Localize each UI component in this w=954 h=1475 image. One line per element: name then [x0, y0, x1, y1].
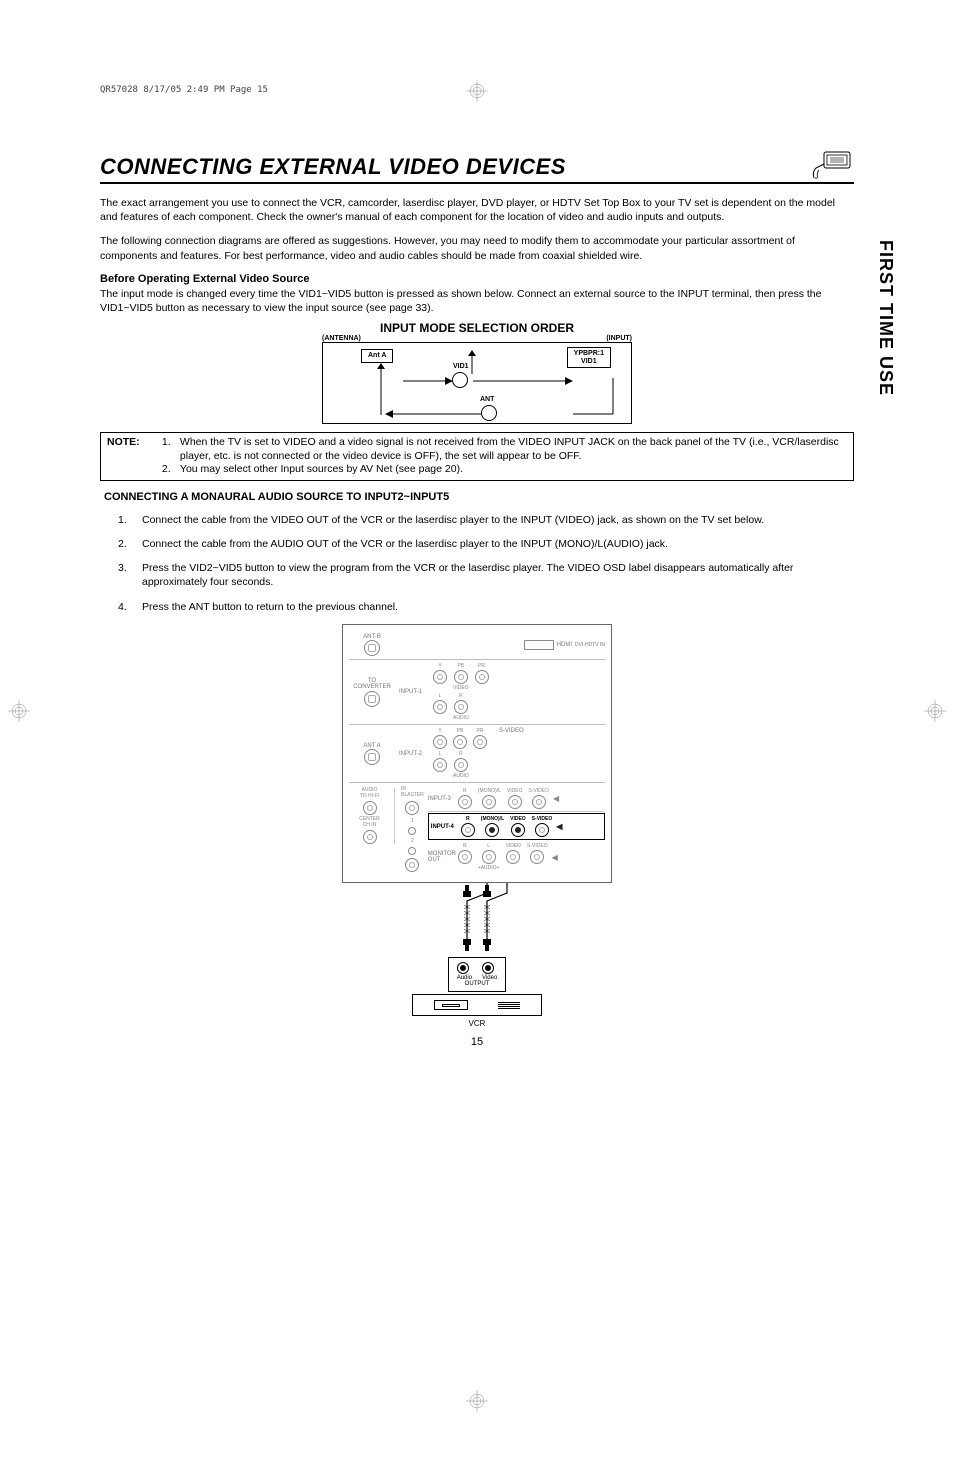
before-heading: Before Operating External Video Source [100, 273, 854, 285]
crop-mark-bottom [466, 1390, 488, 1412]
side-tab: FIRST TIME USE [875, 240, 896, 396]
flow-ant-label: ANT [480, 396, 494, 403]
note-item-2: You may select other Input sources by AV… [180, 463, 463, 477]
flow-circle-top [452, 372, 468, 388]
flow-circle-bottom [481, 405, 497, 421]
page-title: CONNECTING EXTERNAL VIDEO DEVICES [100, 154, 566, 180]
step-3: Press the VID2~VID5 button to view the p… [142, 561, 854, 589]
step-2: Connect the cable from the AUDIO OUT of … [142, 537, 668, 551]
note-box: NOTE: 1.When the TV is set to VIDEO and … [100, 432, 854, 481]
crop-mark-top [466, 80, 488, 102]
note-label: NOTE: [107, 436, 159, 450]
diagram-title: INPUT MODE SELECTION ORDER [100, 321, 854, 335]
rear-panel-diagram: ANT-B HDMI DVI-HDTV IN TO CONVERTER INPU… [342, 624, 612, 1029]
step-4: Press the ANT button to return to the pr… [142, 600, 398, 614]
spec-line: QR57028 8/17/05 2:49 PM Page 15 [100, 85, 268, 95]
diagram-antenna-label: (ANTENNA) [322, 335, 361, 342]
section-heading: CONNECTING A MONAURAL AUDIO SOURCE TO IN… [104, 491, 854, 503]
crop-mark-left [8, 700, 30, 722]
note-item-1: When the TV is set to VIDEO and a video … [180, 436, 842, 463]
vcr-caption: VCR [412, 1019, 542, 1028]
step-1: Connect the cable from the VIDEO OUT of … [142, 513, 764, 527]
page-number: 15 [100, 1036, 854, 1048]
crop-mark-right [924, 700, 946, 722]
vcr-diagram: Audio Video OUTPUT VCR [412, 957, 542, 1028]
flow-vid1-label: VID1 [453, 363, 469, 370]
diagram-input-label: (INPUT) [606, 335, 632, 342]
intro-paragraph-1: The exact arrangement you use to connect… [100, 196, 854, 224]
flow-ypbpr: YPBPR:1VID1 [567, 347, 611, 368]
input-mode-diagram: INPUT MODE SELECTION ORDER (ANTENNA) (IN… [100, 321, 854, 424]
before-text: The input mode is changed every time the… [100, 287, 854, 315]
header-icon [808, 150, 854, 180]
flow-ant-a: Ant A [361, 349, 393, 363]
connection-cables [342, 883, 612, 953]
steps-list: 1.Connect the cable from the VIDEO OUT o… [118, 513, 854, 614]
intro-paragraph-2: The following connection diagrams are of… [100, 234, 854, 262]
